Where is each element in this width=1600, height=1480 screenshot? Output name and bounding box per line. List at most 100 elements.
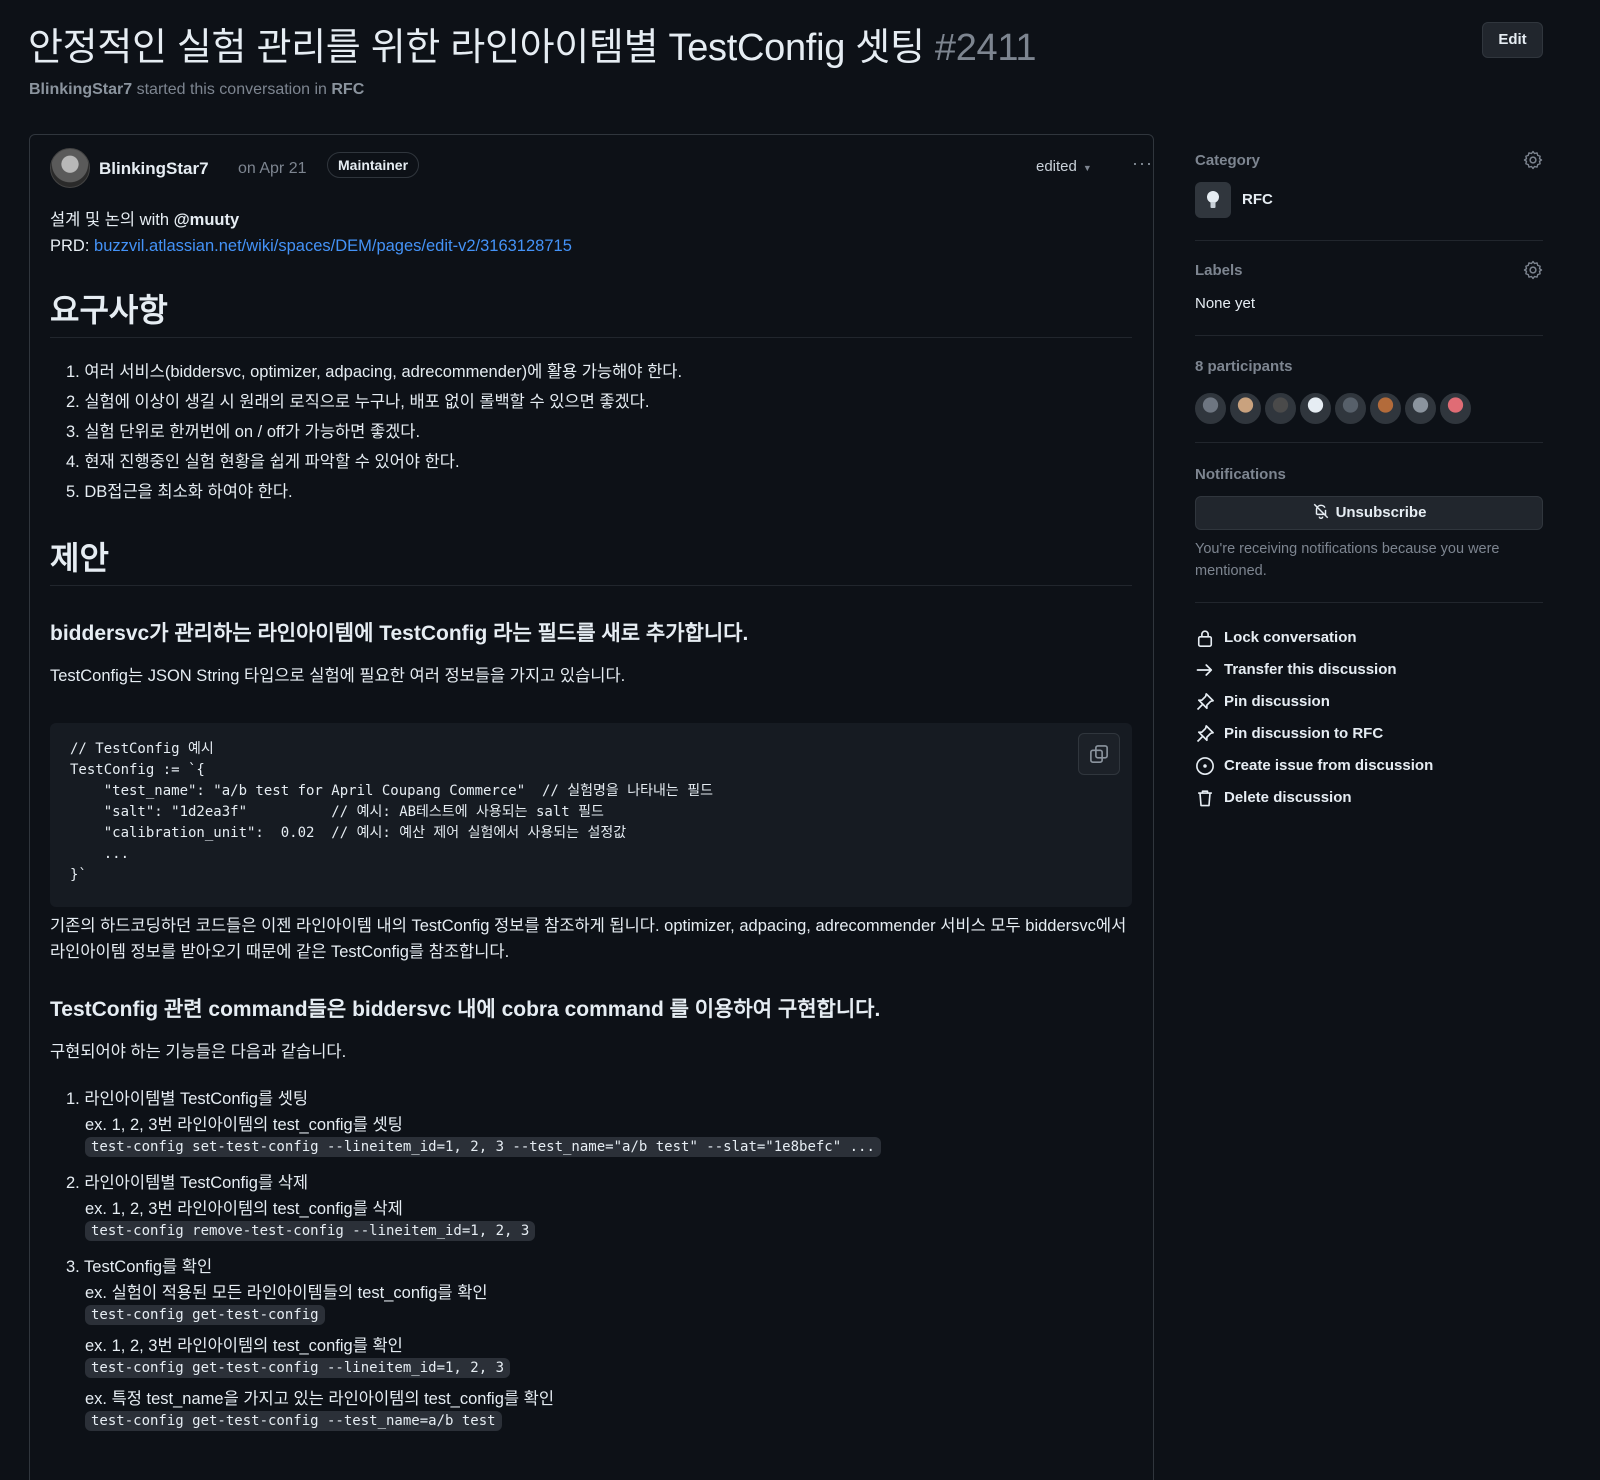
participant-avatar[interactable] [1405,393,1436,424]
function-example: ex. 1, 2, 3번 라인아이템의 test_config를 삭제 [85,1200,403,1218]
function-example: ex. 1, 2, 3번 라인아이템의 test_config를 확인 [85,1337,403,1355]
function-example: ex. 실험이 적용된 모든 라인아이템들의 test_config를 확인 [85,1284,488,1302]
participants-avatars [1195,393,1543,425]
command-code: test-config get-test-config --lineitem_i… [85,1358,511,1378]
function-title: 1. 라인아이템별 TestConfig를 셋팅 [66,1090,309,1108]
pin-icon [1196,693,1214,711]
code-line: "calibration_unit": 0.02 // 예시: 예산 제어 실험… [70,825,627,841]
edit-button[interactable]: Edit [1482,22,1543,58]
copy-button[interactable] [1078,733,1120,775]
prd-line: PRD: buzzvil.atlassian.net/wiki/spaces/D… [50,233,1130,259]
code-line: }` [70,867,87,883]
lock-conversation-action[interactable]: Lock conversation [1195,626,1543,650]
proposal-heading: 제안 [50,540,109,576]
sidebar-divider [1195,240,1543,241]
proposal-subheading-2: TestConfig 관련 command들은 biddersvc 내에 cob… [50,998,881,1021]
command-code: test-config get-test-config --test_name=… [85,1411,502,1431]
post-header: BlinkingStar7 on Apr 21 Maintainer edite… [50,147,1152,188]
command-code: test-config get-test-config [85,1305,325,1325]
participant-avatar[interactable] [1440,393,1471,424]
unsubscribe-label: Unsubscribe [1335,504,1427,521]
pin-discussion-to-category-action[interactable]: Pin discussion to RFC [1195,722,1543,746]
sidebar-divider [1195,335,1543,336]
mention-link[interactable]: @muuty [174,211,240,229]
sidebar-divider [1195,602,1543,603]
intro-prefix: 설계 및 논의 with [50,211,174,229]
labels-value: None yet [1195,295,1256,312]
sidebar-divider [1195,442,1543,443]
discussion-title: 안정적인 실험 관리를 위한 라인아이템별 TestConfig 셋팅 #241… [28,16,1037,71]
paragraph-after-code: 기존의 하드코딩하던 코드들은 이젠 라인아이템 내의 TestConfig 정… [50,917,1127,961]
category-label: Category [1195,152,1261,169]
maintainer-badge: Maintainer [327,152,420,178]
arrow-right-icon [1196,664,1213,676]
participant-avatar[interactable] [1195,393,1226,424]
transfer-discussion-action[interactable]: Transfer this discussion [1195,658,1543,682]
bell-slash-icon [1313,503,1328,519]
participants-label: 8 participants [1195,358,1293,375]
post-date[interactable]: on Apr 21 [238,160,307,178]
subtitle-started-text: started this conversation in [136,81,327,98]
edited-dropdown[interactable]: edited ▼ [1036,158,1092,175]
list-item: 2. 실험에 이상이 생길 시 원래의 로직으로 누구나, 배포 없이 롤백할 … [66,393,650,411]
prd-label: PRD: [50,237,95,255]
command-code: test-config set-test-config --lineitem_i… [85,1137,881,1157]
code-line: "salt": "1d2ea3f" // 예시: AB테스트에 사용되는 sal… [70,804,604,820]
subtitle-category-link[interactable]: RFC [331,81,364,98]
heading-divider [50,337,1132,338]
participant-avatar[interactable] [1300,393,1331,424]
participant-avatar[interactable] [1265,393,1296,424]
action-label: Create issue from discussion [1224,757,1434,774]
lightbulb-icon [1207,191,1219,208]
issue-opened-icon [1196,757,1214,775]
code-block: // TestConfig 예시 TestConfig := `{ "test_n… [50,723,1132,907]
delete-discussion-action[interactable]: Delete discussion [1195,786,1543,810]
list-item: 3. 실험 단위로 한꺼번에 on / off가 가능하면 좋겠다. [66,423,421,441]
prd-link[interactable]: buzzvil.atlassian.net/wiki/spaces/DEM/pa… [94,237,572,255]
list-item: 1. 여러 서비스(biddersvc, optimizer, adpacing… [66,363,683,381]
function-example: ex. 1, 2, 3번 라인아이템의 test_config를 셋팅 [85,1116,403,1134]
create-issue-action[interactable]: Create issue from discussion [1195,754,1543,778]
lock-icon [1197,630,1213,647]
code-line: "test_name": "a/b test for April Coupang… [70,783,713,799]
action-label: Lock conversation [1224,629,1357,646]
discussion-post: BlinkingStar7 on Apr 21 Maintainer edite… [29,134,1154,1480]
heading-divider [50,585,1132,586]
proposal-subheading-1: biddersvc가 관리하는 라인아이템에 TestConfig 라는 필드를… [50,622,749,645]
author-avatar[interactable] [50,148,90,188]
unsubscribe-button[interactable]: Unsubscribe [1195,496,1543,530]
requirements-heading: 요구사항 [50,292,168,328]
rfc-category-icon [1195,182,1231,218]
action-label: Pin discussion [1224,693,1330,710]
more-options-icon[interactable]: ··· [1132,153,1153,174]
participant-avatar[interactable] [1335,393,1366,424]
code-content: // TestConfig 예시 TestConfig := `{ "test_n… [70,739,713,886]
edited-label: edited [1036,158,1077,175]
proposal-description-1: TestConfig는 JSON String 타입으로 실험에 필요한 여러 … [50,667,626,685]
labels-label: Labels [1195,262,1243,279]
discussion-title-text: 안정적인 실험 관리를 위한 라인아이템별 TestConfig 셋팅 [28,27,925,69]
subtitle-author-link[interactable]: BlinkingStar7 [29,81,132,98]
list-item: 4. 현재 진행중인 실험 현황을 쉽게 파악할 수 있어야 한다. [66,453,460,471]
requirements-list: 1. 여러 서비스(biddersvc, optimizer, adpacing… [66,357,1126,507]
pin-discussion-action[interactable]: Pin discussion [1195,690,1543,714]
gear-icon[interactable] [1523,260,1543,280]
action-label: Pin discussion to RFC [1224,725,1384,742]
post-author[interactable]: BlinkingStar7 [99,159,209,179]
discussion-subtitle: BlinkingStar7 started this conversation … [29,81,364,99]
notifications-label: Notifications [1195,466,1286,483]
intro-line: 설계 및 논의 with @muuty [50,207,1130,233]
category-value[interactable]: RFC [1242,191,1273,208]
function-example: ex. 특정 test_name을 가지고 있는 라인아이템의 test_con… [85,1390,555,1408]
participant-avatar[interactable] [1370,393,1401,424]
gear-icon[interactable] [1523,150,1543,170]
discussion-number: #2411 [934,27,1037,69]
chevron-down-icon: ▼ [1082,163,1092,173]
pin-icon [1196,725,1214,743]
function-title: 2. 라인아이템별 TestConfig를 삭제 [66,1174,309,1192]
list-item: 5. DB접근을 최소화 하여야 한다. [66,483,293,501]
participant-avatar[interactable] [1230,393,1261,424]
function-title: 3. TestConfig를 확인 [66,1258,213,1276]
code-line: ... [70,846,130,862]
code-line: TestConfig := `{ [70,762,205,778]
